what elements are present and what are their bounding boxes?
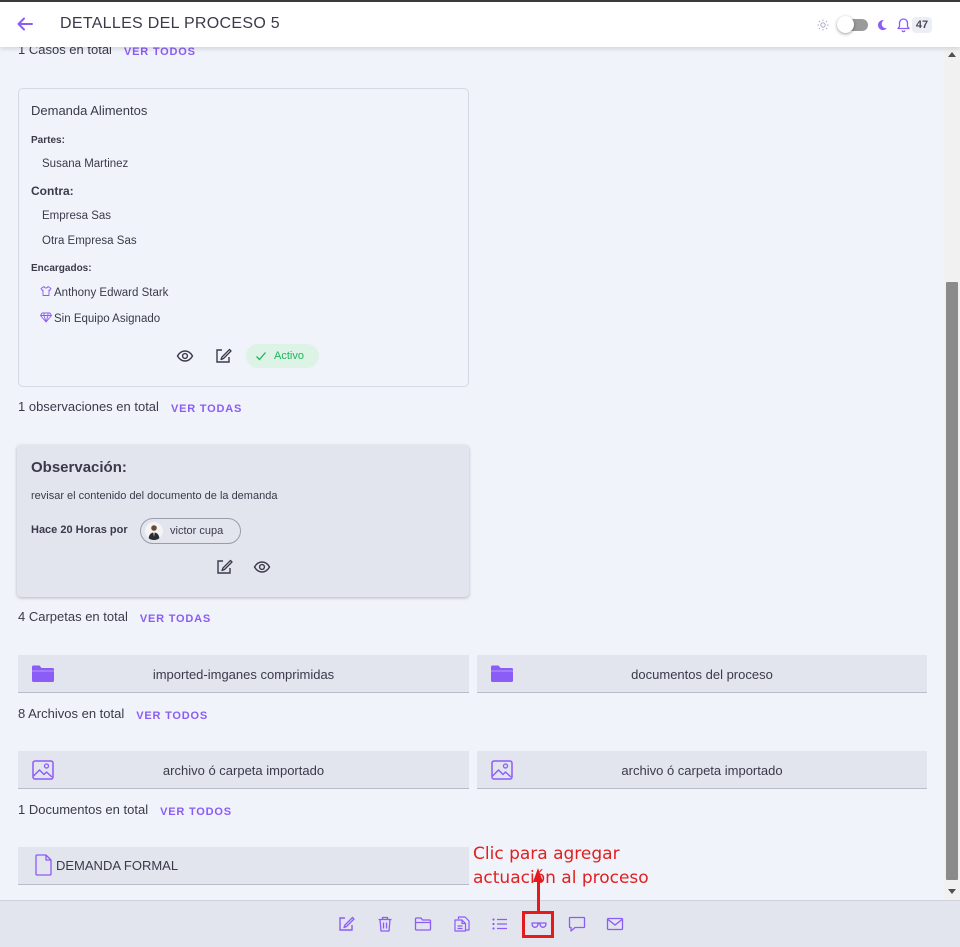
- document-icon: [35, 854, 52, 876]
- page-title: DETALLES DEL PROCESO 5: [60, 15, 281, 32]
- parties-label: Partes:: [31, 135, 65, 146]
- scroll-thumb[interactable]: [946, 282, 958, 880]
- user-chip[interactable]: victor cupa: [140, 518, 241, 544]
- scroll-down-arrow-icon[interactable]: [948, 889, 956, 894]
- annotation-line-1: Clic para agregar: [473, 844, 620, 864]
- edit-case-icon[interactable]: [214, 347, 232, 365]
- folders-view-all-link[interactable]: VER TODAS: [140, 613, 211, 625]
- case-card: Demanda Alimentos Partes: Susana Martine…: [18, 88, 469, 387]
- observation-text: revisar el contenido del documento de la…: [31, 490, 278, 502]
- view-observation-eye-icon[interactable]: [253, 558, 271, 576]
- shirt-icon: [40, 286, 52, 296]
- documents-view-all-link[interactable]: VER TODOS: [160, 806, 232, 818]
- assigned-person-name: Anthony Edward Stark: [54, 287, 169, 299]
- folder-tile[interactable]: imported-imganes comprimidas: [18, 655, 469, 693]
- observations-view-all-link[interactable]: VER TODAS: [171, 403, 242, 415]
- document-name: DEMANDA FORMAL: [56, 858, 179, 873]
- assigned-person: Anthony Edward Stark: [40, 285, 168, 299]
- assigned-label: Encargados:: [31, 263, 92, 274]
- observation-meta: Hace 20 Horas por: [31, 524, 128, 536]
- edit-observation-icon[interactable]: [215, 558, 233, 576]
- cases-view-all-link[interactable]: VER TODOS: [124, 47, 196, 58]
- file-tile[interactable]: archivo ó carpeta importado: [477, 751, 927, 789]
- observation-card: Observación: revisar el contenido del do…: [17, 445, 469, 597]
- against-party-name: Otra Empresa Sas: [42, 235, 137, 247]
- folder-tile[interactable]: documentos del proceso: [477, 655, 927, 693]
- against-party-name: Empresa Sas: [42, 210, 112, 222]
- check-icon: [256, 352, 266, 361]
- annotation-arrow-line: [537, 882, 540, 913]
- list-icon[interactable]: [491, 915, 509, 933]
- avatar-image: [148, 525, 160, 540]
- file-tile[interactable]: archivo ó carpeta importado: [18, 751, 469, 789]
- mail-icon[interactable]: [606, 915, 624, 933]
- cases-summary: 1 Casos en total: [18, 47, 112, 57]
- case-status-label: Activo: [274, 350, 304, 362]
- documents-summary: 1 Documentos en total: [18, 802, 149, 817]
- bottom-toolbar: [0, 900, 960, 947]
- case-title: Demanda Alimentos: [31, 103, 148, 118]
- folder-icon[interactable]: [414, 915, 432, 933]
- theme-toggle[interactable]: [837, 16, 868, 33]
- against-label: Contra:: [31, 184, 74, 198]
- observations-summary-row: 1 observaciones en total VER TODAS: [18, 399, 242, 415]
- edit-observation-icon[interactable]: [215, 606, 233, 624]
- document-tile[interactable]: DEMANDA FORMAL: [18, 847, 469, 885]
- documents-summary-row: 1 Documentos en total VER TODOS: [18, 802, 232, 818]
- view-case-eye-icon[interactable]: [176, 347, 194, 365]
- scroll-up-arrow-icon[interactable]: [948, 52, 956, 57]
- toggle-knob: [837, 16, 854, 33]
- trash-icon[interactable]: [376, 915, 394, 933]
- case-status-chip: Activo: [246, 344, 319, 368]
- process-details-content: 1 Casos en total VER TODOS Demanda Alimen…: [0, 47, 944, 900]
- file-name: archivo ó carpeta importado: [621, 763, 783, 778]
- file-name: archivo ó carpeta importado: [162, 763, 325, 778]
- folders-summary: 4 Carpetas en total: [18, 609, 128, 624]
- folder-name: imported-imganes comprimidas: [152, 667, 335, 682]
- assigned-team-name: Sin Equipo Asignado: [54, 313, 161, 325]
- back-arrow-icon[interactable]: [15, 14, 35, 34]
- files-summary-row: 8 Archivos en total VER TODOS: [18, 706, 208, 722]
- sun-icon: [817, 19, 829, 31]
- observation-title: Observación:: [31, 459, 127, 476]
- party-name: Susana Martinez: [42, 158, 129, 170]
- observations-summary: 1 observaciones en total: [18, 399, 159, 414]
- notification-badge: 47: [912, 17, 932, 33]
- files-view-all-link[interactable]: VER TODOS: [136, 710, 208, 722]
- vertical-scrollbar[interactable]: [944, 47, 960, 900]
- comment-icon[interactable]: [568, 915, 586, 933]
- edit-icon[interactable]: [337, 915, 355, 933]
- bell-icon[interactable]: [896, 17, 911, 33]
- avatar: [145, 522, 163, 540]
- folders-summary-row: 4 Carpetas en total VER TODAS: [18, 609, 211, 625]
- highlighted-button-outline: [522, 911, 554, 938]
- files-summary: 8 Archivos en total: [18, 706, 125, 721]
- diamond-icon: [40, 312, 52, 323]
- tutorial-annotation: Clic para agregar actuación al proceso: [473, 842, 663, 890]
- folder-name: documentos del proceso: [631, 667, 773, 682]
- cases-summary-row: 1 Casos en total VER TODOS: [18, 47, 196, 58]
- top-app-bar: DETALLES DEL PROCESO 5 47: [0, 0, 960, 47]
- assigned-team: Sin Equipo Asignado: [40, 311, 160, 325]
- user-name: victor cupa: [170, 525, 224, 537]
- annotation-arrow-head: [533, 868, 543, 882]
- files-icon[interactable]: [453, 915, 471, 933]
- moon-icon: [877, 20, 887, 31]
- annotation-line-2: actuación al proceso: [473, 868, 649, 888]
